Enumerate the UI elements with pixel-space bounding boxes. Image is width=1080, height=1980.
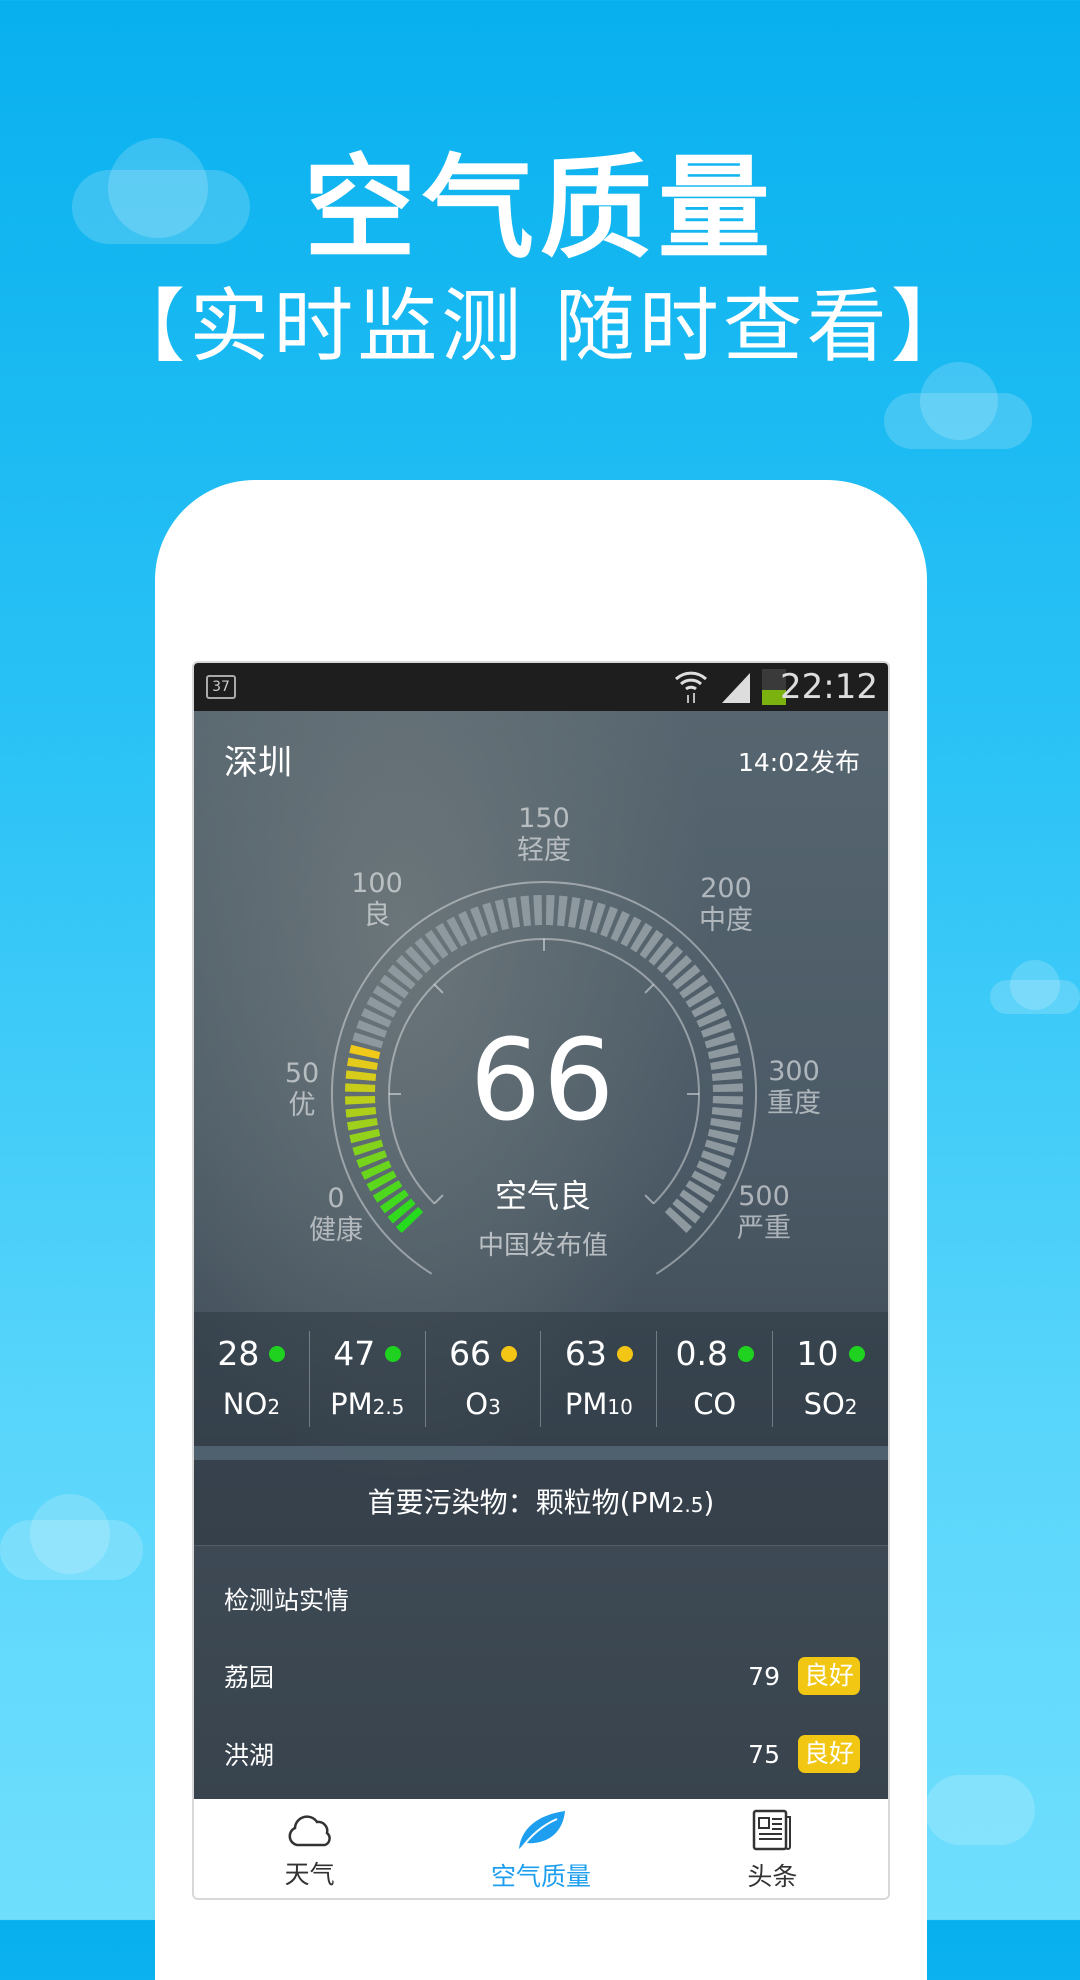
- newspaper-icon: [753, 1809, 792, 1851]
- gauge-segment: [568, 897, 581, 928]
- gauge-scale-label: 100 良: [351, 868, 403, 932]
- gauge-segment: [533, 895, 543, 926]
- aqi-value: 66: [469, 1016, 617, 1146]
- pollutant-name: CO: [693, 1387, 737, 1421]
- scale-level: 良: [363, 900, 391, 931]
- status-dot: [269, 1346, 286, 1362]
- nav-air-quality[interactable]: 空气质量: [425, 1799, 656, 1898]
- scale-number: 150: [518, 803, 570, 834]
- pollutant-row: 28 NO2 47 PM2.5 66 O3 63 PM10 0.8 CO 10 SO2: [194, 1312, 888, 1446]
- wifi-icon: [674, 671, 708, 703]
- pollutant-value: 0.8: [675, 1334, 728, 1373]
- gauge-segment: [494, 899, 510, 931]
- gauge-scale-label: 200 中度: [699, 873, 753, 937]
- stations-title: 检测站实情: [224, 1586, 350, 1615]
- pollutant-cell[interactable]: 66 O3: [424, 1331, 541, 1427]
- pollutant-cell[interactable]: 0.8 CO: [656, 1331, 772, 1427]
- station-row[interactable]: 荔园 79 良好: [224, 1657, 860, 1695]
- status-bar: 37 22:12: [194, 663, 888, 711]
- status-dot: [848, 1346, 865, 1362]
- cloud-decoration: [1010, 960, 1060, 1010]
- nav-label: 天气: [284, 1860, 335, 1889]
- pollutant-value: 66: [449, 1334, 492, 1373]
- station-name: 洪湖: [224, 1741, 275, 1770]
- pollutant-value: 47: [333, 1334, 376, 1373]
- status-time: 22:12: [780, 667, 878, 707]
- pollutant-value: 10: [796, 1334, 839, 1373]
- pollutant-value: 63: [564, 1334, 607, 1373]
- station-name: 荔园: [224, 1663, 275, 1692]
- pollutant-name: PM10: [564, 1387, 633, 1421]
- pollutant-name: O3: [465, 1387, 501, 1421]
- leaf-icon: [518, 1811, 565, 1850]
- nav-label: 头条: [747, 1862, 798, 1891]
- pollutant-value: 28: [217, 1334, 260, 1373]
- pollutant-cell[interactable]: 10 SO2: [772, 1331, 888, 1427]
- promo-subtitle: 【实时监测 随时查看】: [105, 280, 975, 373]
- scale-level: 轻度: [517, 835, 571, 866]
- nav-weather[interactable]: 天气: [194, 1799, 425, 1898]
- primary-pollutant: 首要污染物：颗粒物(PM2.5): [194, 1460, 888, 1546]
- status-dot: [616, 1346, 633, 1362]
- station-value: 75: [748, 1739, 780, 1769]
- station-row[interactable]: 洪湖 75 良好: [224, 1735, 860, 1773]
- gauge-segment: [520, 895, 531, 927]
- gauge-segment: [557, 895, 568, 927]
- gauge-tick: [644, 983, 655, 994]
- signal-icon: [722, 673, 750, 703]
- phone-screen: 37 22:12 深圳 14:02发布 0 健康 50 优 100 良 150 轻度 200 中度…: [192, 661, 890, 1900]
- scale-level: 中度: [699, 905, 753, 936]
- status-dot: [737, 1346, 754, 1362]
- pollutant-cell[interactable]: 63 PM10: [540, 1331, 656, 1427]
- aqi-source: 中国发布值: [477, 1231, 608, 1261]
- nav-label: 空气质量: [490, 1862, 591, 1891]
- pollutant-name: SO2: [803, 1387, 858, 1421]
- nav-headlines[interactable]: 头条: [657, 1799, 888, 1898]
- cloud-decoration: [925, 1775, 1035, 1845]
- station-value: 79: [748, 1661, 780, 1691]
- gauge-segment: [507, 897, 520, 928]
- gauge-scale-label: 150 轻度: [517, 803, 571, 867]
- pollutant-name: PM2.5: [330, 1387, 405, 1421]
- promo-title: 空气质量: [304, 144, 776, 274]
- scale-number: 200: [700, 873, 752, 904]
- pollutant-cell[interactable]: 47 PM2.5: [308, 1331, 425, 1427]
- status-badge: 良好: [797, 1735, 860, 1773]
- bottom-nav: 天气 空气质量 头条: [194, 1799, 888, 1898]
- divider: [194, 1446, 888, 1460]
- air-quality-panel: 深圳 14:02发布 0 健康 50 优 100 良 150 轻度 200 中度 300 重度 500 严…: [194, 711, 888, 1799]
- pollutant-name: NO2: [222, 1387, 281, 1421]
- status-badge: 良好: [797, 1657, 860, 1695]
- gauge-segment: [545, 895, 555, 926]
- aqi-level: 空气良: [494, 1177, 591, 1215]
- pollutant-cell[interactable]: 28 NO2: [194, 1331, 309, 1427]
- gauge-tick: [433, 983, 444, 994]
- scale-number: 100: [351, 868, 403, 899]
- status-dot: [501, 1346, 518, 1362]
- gauge-segment: [578, 899, 594, 931]
- cloud-decoration: [30, 1494, 110, 1574]
- notification-icon: 37: [206, 675, 236, 699]
- status-dot: [385, 1346, 402, 1362]
- cloud-icon: [288, 1815, 331, 1847]
